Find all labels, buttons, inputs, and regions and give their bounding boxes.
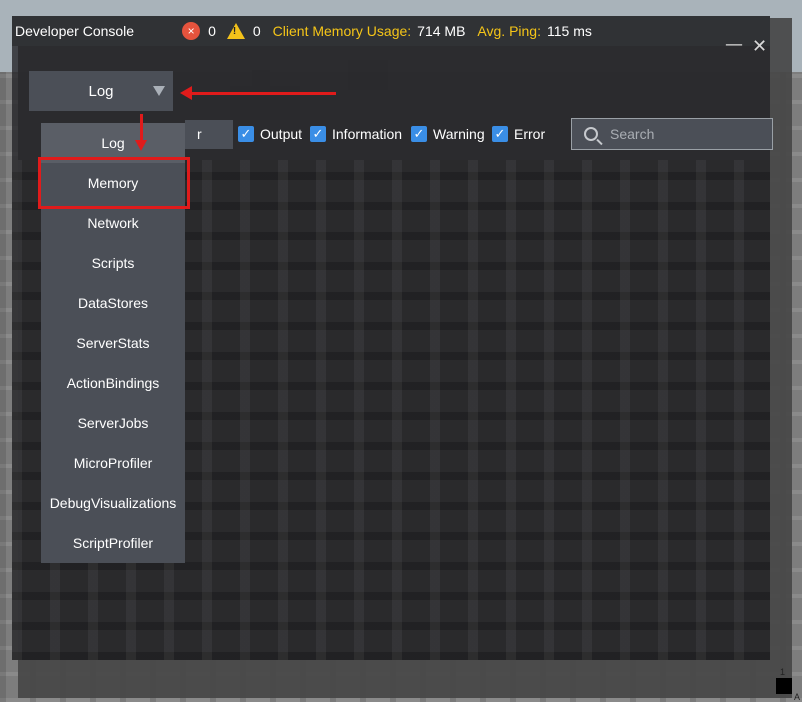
annotation-arrow-down-line xyxy=(140,114,143,140)
view-dropdown-menu: Log Memory Network Scripts DataStores Se… xyxy=(41,123,185,563)
checkbox-error[interactable]: ✓ Error xyxy=(492,126,545,142)
corner-indicator xyxy=(776,678,792,694)
menu-item-scriptprofiler[interactable]: ScriptProfiler xyxy=(41,523,185,563)
checkbox-icon: ✓ xyxy=(492,126,508,142)
checkbox-information[interactable]: ✓ Information xyxy=(310,126,402,142)
menu-item-scripts[interactable]: Scripts xyxy=(41,243,185,283)
menu-item-datastores[interactable]: DataStores xyxy=(41,283,185,323)
menu-item-microprofiler[interactable]: MicroProfiler xyxy=(41,443,185,483)
warning-count-stat[interactable]: ! 0 xyxy=(226,23,261,39)
search-icon xyxy=(584,127,598,141)
close-button[interactable]: ✕ xyxy=(752,36,767,57)
search-input[interactable]: Search xyxy=(571,118,773,150)
menu-item-network[interactable]: Network xyxy=(41,203,185,243)
console-title: Developer Console xyxy=(15,23,135,39)
view-select-label: Log xyxy=(88,82,114,100)
view-select-dropdown[interactable]: Log xyxy=(29,71,173,111)
avg-ping-value: 115 ms xyxy=(546,23,592,39)
annotation-arrow-down-head-icon xyxy=(135,140,147,151)
checkbox-label: Information xyxy=(332,126,403,142)
menu-item-debugvisualizations[interactable]: DebugVisualizations xyxy=(41,483,185,523)
checkbox-icon: ✓ xyxy=(411,126,427,142)
warning-count: 0 xyxy=(252,23,261,39)
annotation-arrow-left-line xyxy=(192,92,336,95)
corner-label-top: 1 xyxy=(780,667,786,677)
error-count-stat[interactable]: × 0 xyxy=(182,22,216,40)
annotation-arrow-left-head-icon xyxy=(180,86,192,100)
error-icon: × xyxy=(182,22,201,40)
search-placeholder: Search xyxy=(610,126,655,142)
filter-dropdown[interactable]: r xyxy=(185,120,233,149)
dropdown-arrow-icon xyxy=(153,86,165,96)
checkbox-icon: ✓ xyxy=(310,126,326,142)
checkbox-warning[interactable]: ✓ Warning xyxy=(411,126,485,142)
checkbox-output[interactable]: ✓ Output xyxy=(238,126,302,142)
memory-usage-value: 714 MB xyxy=(417,23,466,39)
checkbox-label: Output xyxy=(260,126,303,142)
menu-item-serverjobs[interactable]: ServerJobs xyxy=(41,403,185,443)
minimize-button[interactable]: — xyxy=(725,34,743,55)
warning-icon: ! xyxy=(226,23,245,39)
checkbox-label: Error xyxy=(514,126,546,142)
console-titlebar[interactable]: Developer Console × 0 ! 0 Client Memory … xyxy=(12,16,770,46)
menu-item-actionbindings[interactable]: ActionBindings xyxy=(41,363,185,403)
checkbox-label: Warning xyxy=(433,126,485,142)
menu-item-serverstats[interactable]: ServerStats xyxy=(41,323,185,363)
avg-ping-label: Avg. Ping: xyxy=(477,23,541,39)
checkbox-icon: ✓ xyxy=(238,126,254,142)
menu-item-memory[interactable]: Memory xyxy=(41,163,185,203)
corner-label-bottom: A xyxy=(794,692,801,702)
memory-usage-label: Client Memory Usage: xyxy=(272,23,412,39)
menu-item-log[interactable]: Log xyxy=(41,123,185,163)
error-count: 0 xyxy=(208,23,216,39)
